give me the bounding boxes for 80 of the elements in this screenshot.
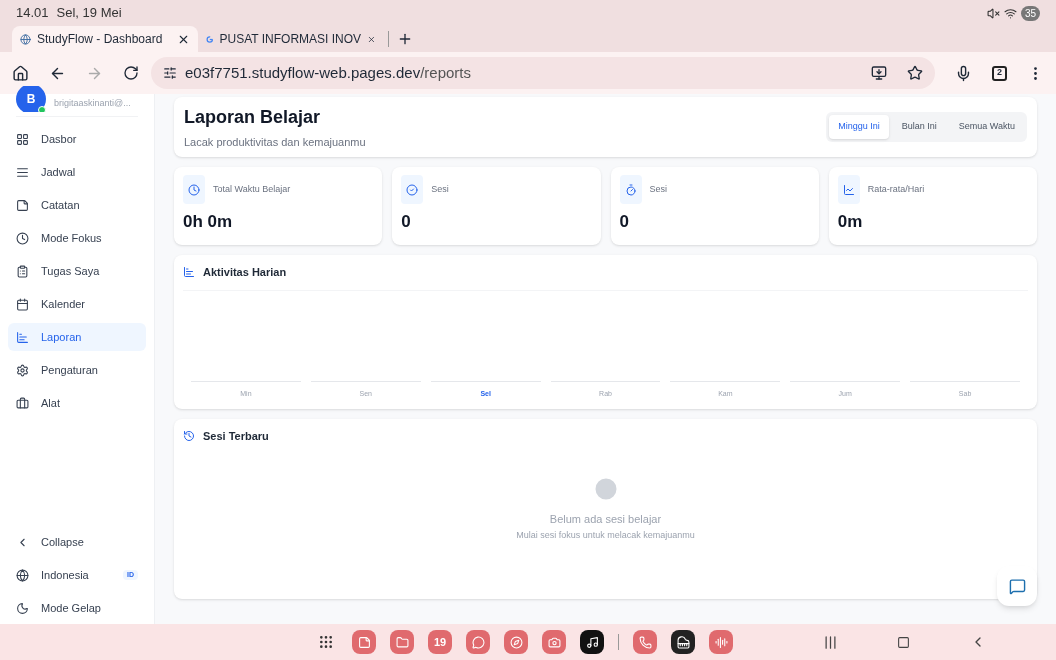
globe-icon bbox=[16, 568, 29, 582]
list-icon bbox=[16, 165, 29, 179]
sidebar-footer-item[interactable]: Collapse bbox=[8, 528, 146, 556]
avatar: B bbox=[16, 86, 46, 112]
audio-app-icon[interactable] bbox=[709, 630, 733, 654]
nav-item[interactable]: Mode Fokus bbox=[8, 224, 146, 252]
grid-icon bbox=[16, 132, 29, 146]
clock-time: 14.01 bbox=[16, 4, 49, 23]
empty-title: Belum ada sesi belajar bbox=[549, 511, 662, 527]
camera-app-icon[interactable] bbox=[542, 630, 566, 654]
nav-item[interactable]: Jadwal bbox=[8, 158, 146, 186]
chat-icon bbox=[1008, 577, 1026, 595]
calendar-icon bbox=[16, 297, 29, 311]
stat-label: Rata-rata/Hari bbox=[867, 182, 925, 196]
piano-app-icon[interactable] bbox=[671, 630, 695, 654]
nav-item[interactable]: Laporan bbox=[8, 323, 146, 351]
apps-grid-icon[interactable] bbox=[318, 634, 334, 650]
period-tab[interactable]: Semua Waktu bbox=[949, 115, 1024, 139]
browser-tab[interactable]: StudyFlow - Dashboard bbox=[12, 26, 198, 52]
stat-label: Sesi bbox=[431, 182, 449, 196]
empty-hint: Mulai sesi fokus untuk melacak kemajuanmu bbox=[516, 529, 695, 542]
stat-label: Total Waktu Belajar bbox=[213, 182, 291, 196]
stat-value: 0m bbox=[837, 211, 864, 233]
page-subtitle: Lacak produktivitas dan kemajuanmu bbox=[184, 134, 367, 150]
settings-icon bbox=[16, 363, 29, 377]
tab-count[interactable]: 2 bbox=[992, 65, 1007, 81]
tab-title: PUSAT INFORMASI INOV bbox=[219, 31, 362, 48]
browser-tab[interactable]: PUSAT INFORMASI INOV bbox=[198, 26, 384, 52]
stopwatch-icon bbox=[624, 183, 637, 196]
card-title: Sesi Terbaru bbox=[203, 429, 269, 444]
phone-app-icon[interactable] bbox=[633, 630, 657, 654]
chart-icon bbox=[16, 330, 29, 344]
folder-app-icon[interactable] bbox=[390, 630, 414, 654]
address-field[interactable]: e03f7751.studyflow-web.pages.dev/reports bbox=[151, 57, 935, 89]
site-icon bbox=[20, 33, 31, 45]
history-icon bbox=[183, 430, 195, 443]
reload-icon[interactable] bbox=[123, 65, 139, 81]
browser-app-icon[interactable] bbox=[504, 630, 528, 654]
music-note-app-icon[interactable] bbox=[580, 630, 604, 654]
battery-level: 35 bbox=[1020, 5, 1040, 21]
line-chart-icon bbox=[842, 183, 855, 196]
tab-title: StudyFlow - Dashboard bbox=[37, 31, 164, 48]
note-icon bbox=[16, 198, 29, 212]
nav-item[interactable]: Tugas Saya bbox=[8, 257, 146, 285]
url-text: e03f7751.studyflow-web.pages.dev/reports bbox=[185, 62, 473, 83]
home-nav-icon[interactable] bbox=[897, 635, 911, 649]
bookmark-icon[interactable] bbox=[907, 65, 923, 81]
stat-value: 0 bbox=[401, 211, 412, 233]
clipboard-icon bbox=[16, 264, 29, 278]
stat-value: 0 bbox=[619, 211, 630, 233]
wifi-icon bbox=[1003, 6, 1017, 20]
google-icon bbox=[206, 33, 214, 45]
status-date: Sel, 19 Mei bbox=[56, 4, 122, 23]
check-circle-icon bbox=[406, 183, 419, 196]
new-tab-icon[interactable] bbox=[397, 31, 413, 47]
page-title: Laporan Belajar bbox=[184, 105, 322, 129]
nav-item[interactable]: Kalender bbox=[8, 290, 146, 318]
notes-app-icon[interactable] bbox=[352, 630, 376, 654]
site-settings-icon[interactable] bbox=[163, 66, 177, 80]
recents-icon[interactable] bbox=[822, 634, 838, 650]
chat-app-icon[interactable] bbox=[466, 630, 490, 654]
mute-icon bbox=[986, 6, 1000, 20]
install-icon[interactable] bbox=[871, 65, 887, 81]
chat-button[interactable] bbox=[997, 566, 1037, 606]
stat-value: 0h 0m bbox=[183, 211, 234, 233]
nav-item[interactable]: Pengaturan bbox=[8, 356, 146, 384]
mic-icon[interactable] bbox=[955, 64, 972, 82]
period-tab[interactable]: Bulan Ini bbox=[892, 115, 946, 139]
card-title: Aktivitas Harian bbox=[203, 265, 287, 280]
period-tab[interactable]: Minggu Ini bbox=[829, 115, 889, 139]
home-icon[interactable] bbox=[12, 64, 29, 82]
nav-item[interactable]: Alat bbox=[8, 389, 146, 417]
user-email: brigitaaskinanti@... bbox=[54, 97, 131, 111]
toolbox-icon bbox=[16, 396, 29, 410]
sidebar-footer-item[interactable]: Mode Gelap bbox=[8, 594, 146, 622]
nav-item[interactable]: Dasbor bbox=[8, 125, 146, 153]
nav-item[interactable]: Catatan bbox=[8, 191, 146, 219]
moon-icon bbox=[16, 601, 29, 615]
chart-icon bbox=[183, 266, 195, 279]
stat-label: Sesi bbox=[649, 182, 667, 196]
